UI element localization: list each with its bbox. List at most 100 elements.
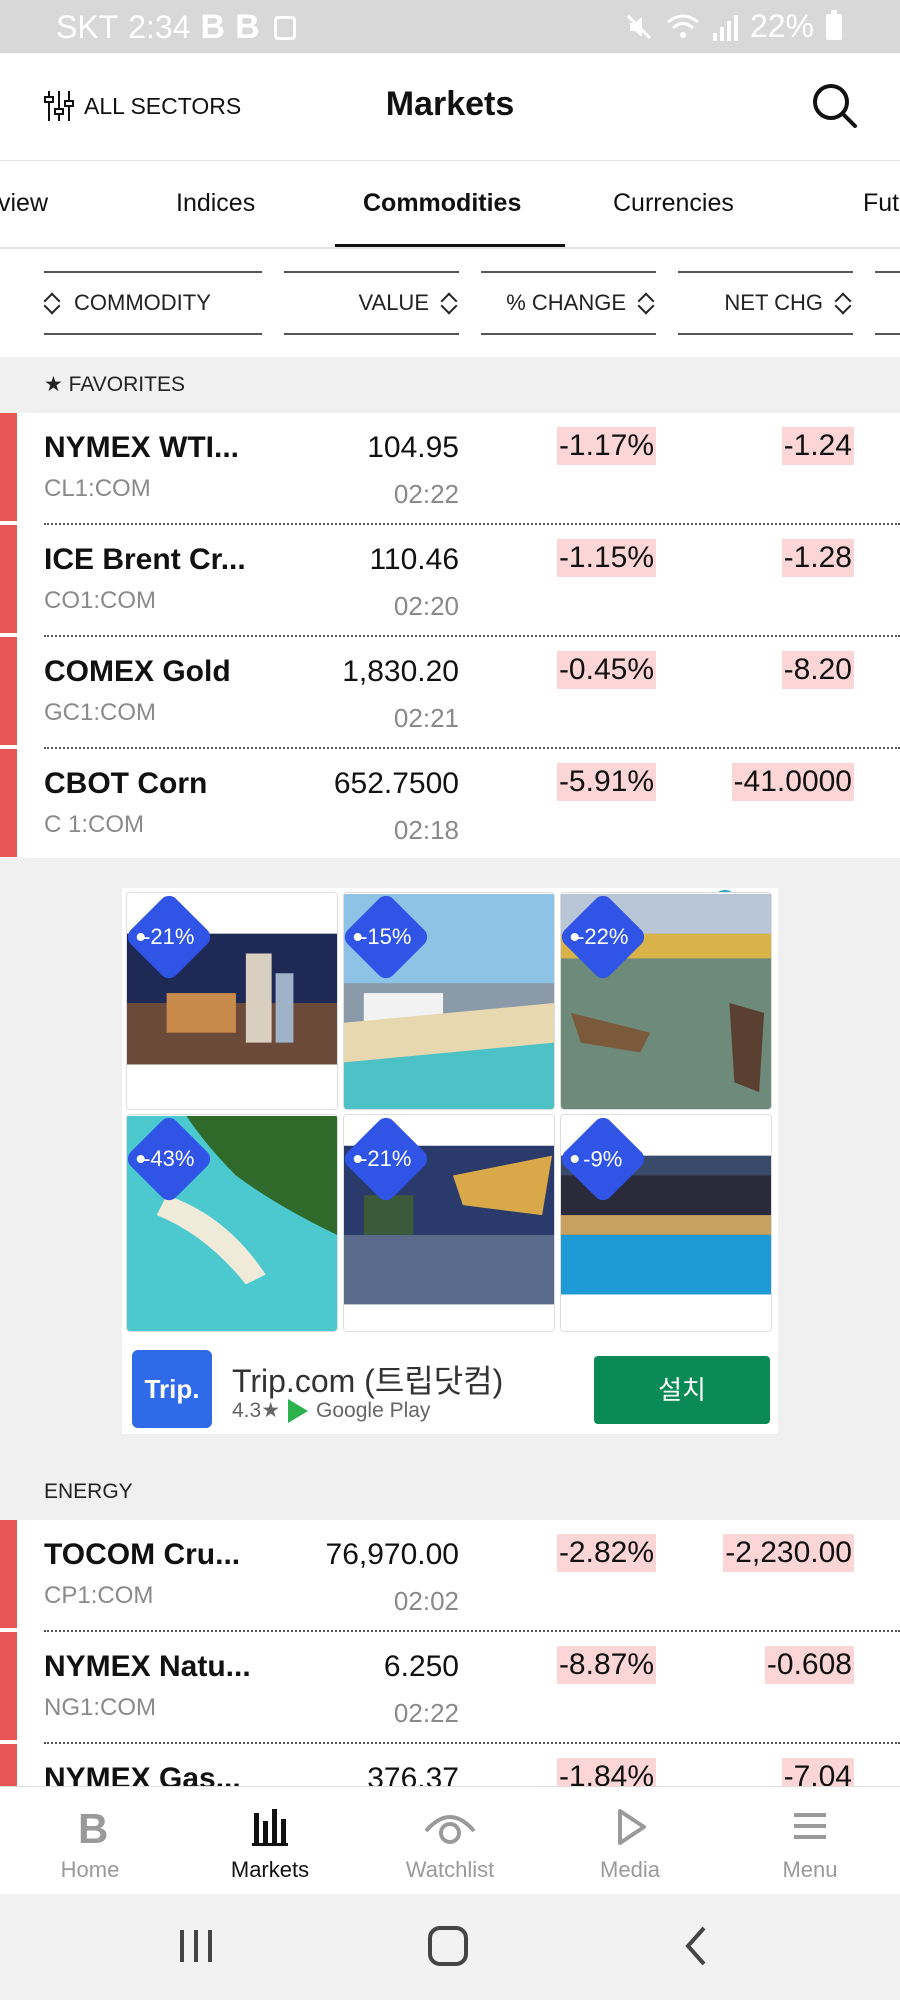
- negative-change-flag: [0, 525, 17, 633]
- section-header-favorites: ★ FAVORITES: [0, 357, 900, 413]
- nav-label: Watchlist: [405, 1857, 495, 1882]
- active-tab-indicator: [335, 244, 565, 247]
- table-row[interactable]: NYMEX Natu... NG1:COM 6.250 02:22 -8.87%…: [0, 1632, 900, 1744]
- section-header-energy: ENERGY: [0, 1464, 900, 1520]
- pct-change-badge: -1.15%: [556, 539, 656, 577]
- tab-overview[interactable]: view: [0, 189, 48, 218]
- battery-percent: 22%: [749, 8, 814, 44]
- ad-tile[interactable]: -21%: [126, 892, 338, 1110]
- net-change-badge: -41.0000: [731, 763, 854, 801]
- table-row[interactable]: NYMEX WTI... CL1:COM 104.95 02:22 -1.17%…: [0, 413, 900, 525]
- ad-tile[interactable]: -9%: [560, 1114, 772, 1332]
- column-label: NET CHG: [724, 290, 823, 315]
- ad-tile[interactable]: -15%: [343, 892, 555, 1110]
- pct-change-badge: -1.84%: [556, 1758, 656, 1786]
- nav-label: Markets: [230, 1857, 310, 1882]
- nav-media[interactable]: Media: [540, 1787, 720, 1895]
- sort-icon: [638, 291, 656, 315]
- system-navigation-bar: [0, 1894, 900, 2000]
- clock: 2:34: [128, 9, 191, 45]
- negative-change-flag: [0, 1632, 17, 1740]
- table-row[interactable]: CBOT Corn C 1:COM 652.7500 02:18 -5.91% …: [0, 749, 900, 861]
- table-row[interactable]: NYMEX Gas... 376.37 -1.84% -7.04: [0, 1744, 900, 1786]
- negative-change-flag: [0, 637, 17, 745]
- column-header-commodity[interactable]: COMMODITY: [44, 271, 262, 335]
- nav-label: Media: [600, 1857, 660, 1882]
- signal-icon: [712, 14, 738, 41]
- column-header-more[interactable]: [875, 271, 900, 335]
- app-notification-icon: B: [200, 8, 226, 46]
- ad-tile[interactable]: -21%: [343, 1114, 555, 1332]
- screenshot-notification-icon: [273, 15, 296, 40]
- commodity-time: 02:20: [393, 591, 459, 621]
- wifi-icon: [667, 14, 699, 38]
- commodity-value: 652.7500: [333, 767, 459, 800]
- negative-change-flag: [0, 749, 17, 857]
- google-play-icon: [288, 1398, 309, 1423]
- home-button-icon[interactable]: [426, 1924, 470, 1968]
- search-icon[interactable]: [810, 81, 858, 129]
- commodity-ticker: CO1:COM: [44, 587, 157, 614]
- nav-watchlist[interactable]: Watchlist: [360, 1787, 540, 1895]
- bottom-navigation: B Home Markets Watchlist Media Menu: [0, 1786, 900, 1894]
- commodity-value: 1,830.20: [342, 655, 459, 688]
- commodity-name: NYMEX WTI...: [44, 431, 239, 464]
- nav-home[interactable]: B Home: [0, 1787, 180, 1895]
- net-change-badge: -0.608: [764, 1646, 854, 1684]
- column-label: % CHANGE: [506, 290, 626, 315]
- ad-banner[interactable]: i ✕ -21% -15%: [122, 888, 778, 1434]
- nav-label: Home: [60, 1857, 120, 1882]
- net-change-badge: -1.28: [781, 539, 854, 577]
- back-icon[interactable]: [682, 1924, 712, 1968]
- app-header: ALL SECTORS Markets: [0, 53, 900, 161]
- negative-change-flag: [0, 1520, 17, 1628]
- commodity-ticker: CP1:COM: [44, 1582, 154, 1609]
- table-row[interactable]: ICE Brent Cr... CO1:COM 110.46 02:20 -1.…: [0, 525, 900, 637]
- store-name: Google Play: [316, 1398, 431, 1422]
- tab-futures[interactable]: Fut: [863, 189, 899, 218]
- sort-icon: [441, 291, 459, 315]
- pct-change-badge: -2.82%: [556, 1534, 656, 1572]
- net-change-badge: -7.04: [781, 1758, 854, 1786]
- favorites-list: NYMEX WTI... CL1:COM 104.95 02:22 -1.17%…: [0, 413, 900, 861]
- bar-chart-icon: [252, 1809, 288, 1846]
- app-name[interactable]: Trip.com (트립닷컴): [232, 1356, 503, 1402]
- nav-label: Menu: [782, 1857, 838, 1882]
- commodity-time: 02:21: [393, 703, 459, 733]
- carrier: SKT: [56, 9, 119, 45]
- table-row[interactable]: COMEX Gold GC1:COM 1,830.20 02:21 -0.45%…: [0, 637, 900, 749]
- sort-icon: [44, 291, 62, 315]
- install-button[interactable]: 설치: [594, 1356, 770, 1424]
- commodity-time: 02:02: [393, 1586, 459, 1616]
- commodity-value: 6.250: [383, 1650, 459, 1683]
- pct-change-badge: -0.45%: [556, 651, 656, 689]
- app-logo[interactable]: Trip.: [132, 1350, 212, 1428]
- sort-icon: [835, 291, 853, 315]
- recent-apps-icon[interactable]: [176, 1924, 216, 1968]
- commodity-name: TOCOM Cru...: [44, 1538, 241, 1571]
- commodity-value: 76,970.00: [325, 1538, 459, 1571]
- tab-currencies[interactable]: Currencies: [613, 189, 734, 218]
- nav-markets[interactable]: Markets: [180, 1787, 360, 1895]
- battery-icon: [826, 9, 842, 40]
- commodity-name: CBOT Corn: [44, 767, 208, 800]
- home-b-icon: B: [78, 1805, 108, 1849]
- ad-tile[interactable]: -43%: [126, 1114, 338, 1332]
- status-bar: SKT 2:34 B B 22%: [0, 0, 900, 53]
- commodity-value: 104.95: [367, 431, 459, 464]
- column-header-pct-change[interactable]: % CHANGE: [481, 271, 656, 335]
- nav-menu[interactable]: Menu: [720, 1787, 900, 1895]
- negative-change-flag: [0, 413, 17, 521]
- tab-indices[interactable]: Indices: [176, 189, 255, 218]
- play-icon: [618, 1809, 646, 1845]
- column-header-value[interactable]: VALUE: [284, 271, 459, 335]
- commodity-ticker: CL1:COM: [44, 475, 151, 502]
- table-row[interactable]: TOCOM Cru... CP1:COM 76,970.00 02:02 -2.…: [0, 1520, 900, 1632]
- tab-commodities[interactable]: Commodities: [363, 189, 521, 218]
- hamburger-menu-icon: [794, 1813, 826, 1839]
- commodity-name: ICE Brent Cr...: [44, 543, 246, 576]
- net-change-badge: -8.20: [781, 651, 854, 689]
- column-header-net-chg[interactable]: NET CHG: [678, 271, 853, 335]
- ad-tile[interactable]: -22%: [560, 892, 772, 1110]
- market-tabs: view Indices Commodities Currencies Fut: [0, 161, 900, 249]
